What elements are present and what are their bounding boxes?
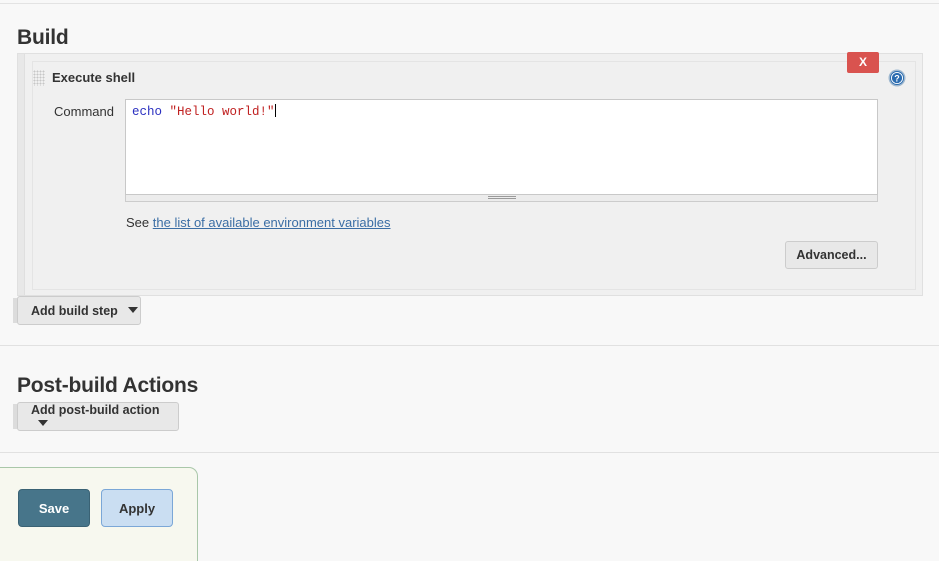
- form-action-bar: Save Apply: [0, 467, 198, 561]
- drag-handle-icon[interactable]: [33, 70, 45, 86]
- save-button[interactable]: Save: [18, 489, 90, 527]
- top-divider: [0, 3, 939, 4]
- svg-text:?: ?: [894, 74, 900, 84]
- resize-grip-icon[interactable]: [125, 195, 878, 202]
- section-divider-bottom: [0, 452, 939, 453]
- add-post-build-action-button[interactable]: Add post-build action: [17, 402, 179, 431]
- add-build-step-button[interactable]: Add build step: [17, 296, 141, 325]
- apply-button[interactable]: Apply: [101, 489, 173, 527]
- environment-variables-link[interactable]: the list of available environment variab…: [153, 215, 391, 230]
- env-note-prefix: See: [126, 215, 150, 230]
- section-divider-middle: [0, 345, 939, 346]
- build-step-title: Execute shell: [52, 70, 136, 85]
- command-label: Command: [54, 104, 114, 119]
- command-field-wrapper: echo "Hello world!": [125, 99, 878, 202]
- advanced-button[interactable]: Advanced...: [785, 241, 878, 269]
- command-input[interactable]: [125, 99, 878, 195]
- chevron-down-icon: [128, 306, 139, 313]
- add-post-build-action-label: Add post-build action: [31, 403, 160, 417]
- add-build-step-label: Add build step: [31, 303, 118, 318]
- environment-variables-note: See the list of available environment va…: [126, 215, 391, 230]
- page-title-post-build: Post-build Actions: [17, 374, 199, 398]
- delete-build-step-button[interactable]: X: [847, 52, 879, 73]
- help-icon[interactable]: ?: [888, 69, 906, 87]
- build-step-grip-bar: [18, 54, 25, 295]
- chevron-down-icon: [38, 420, 48, 426]
- page-title-build: Build: [17, 26, 69, 50]
